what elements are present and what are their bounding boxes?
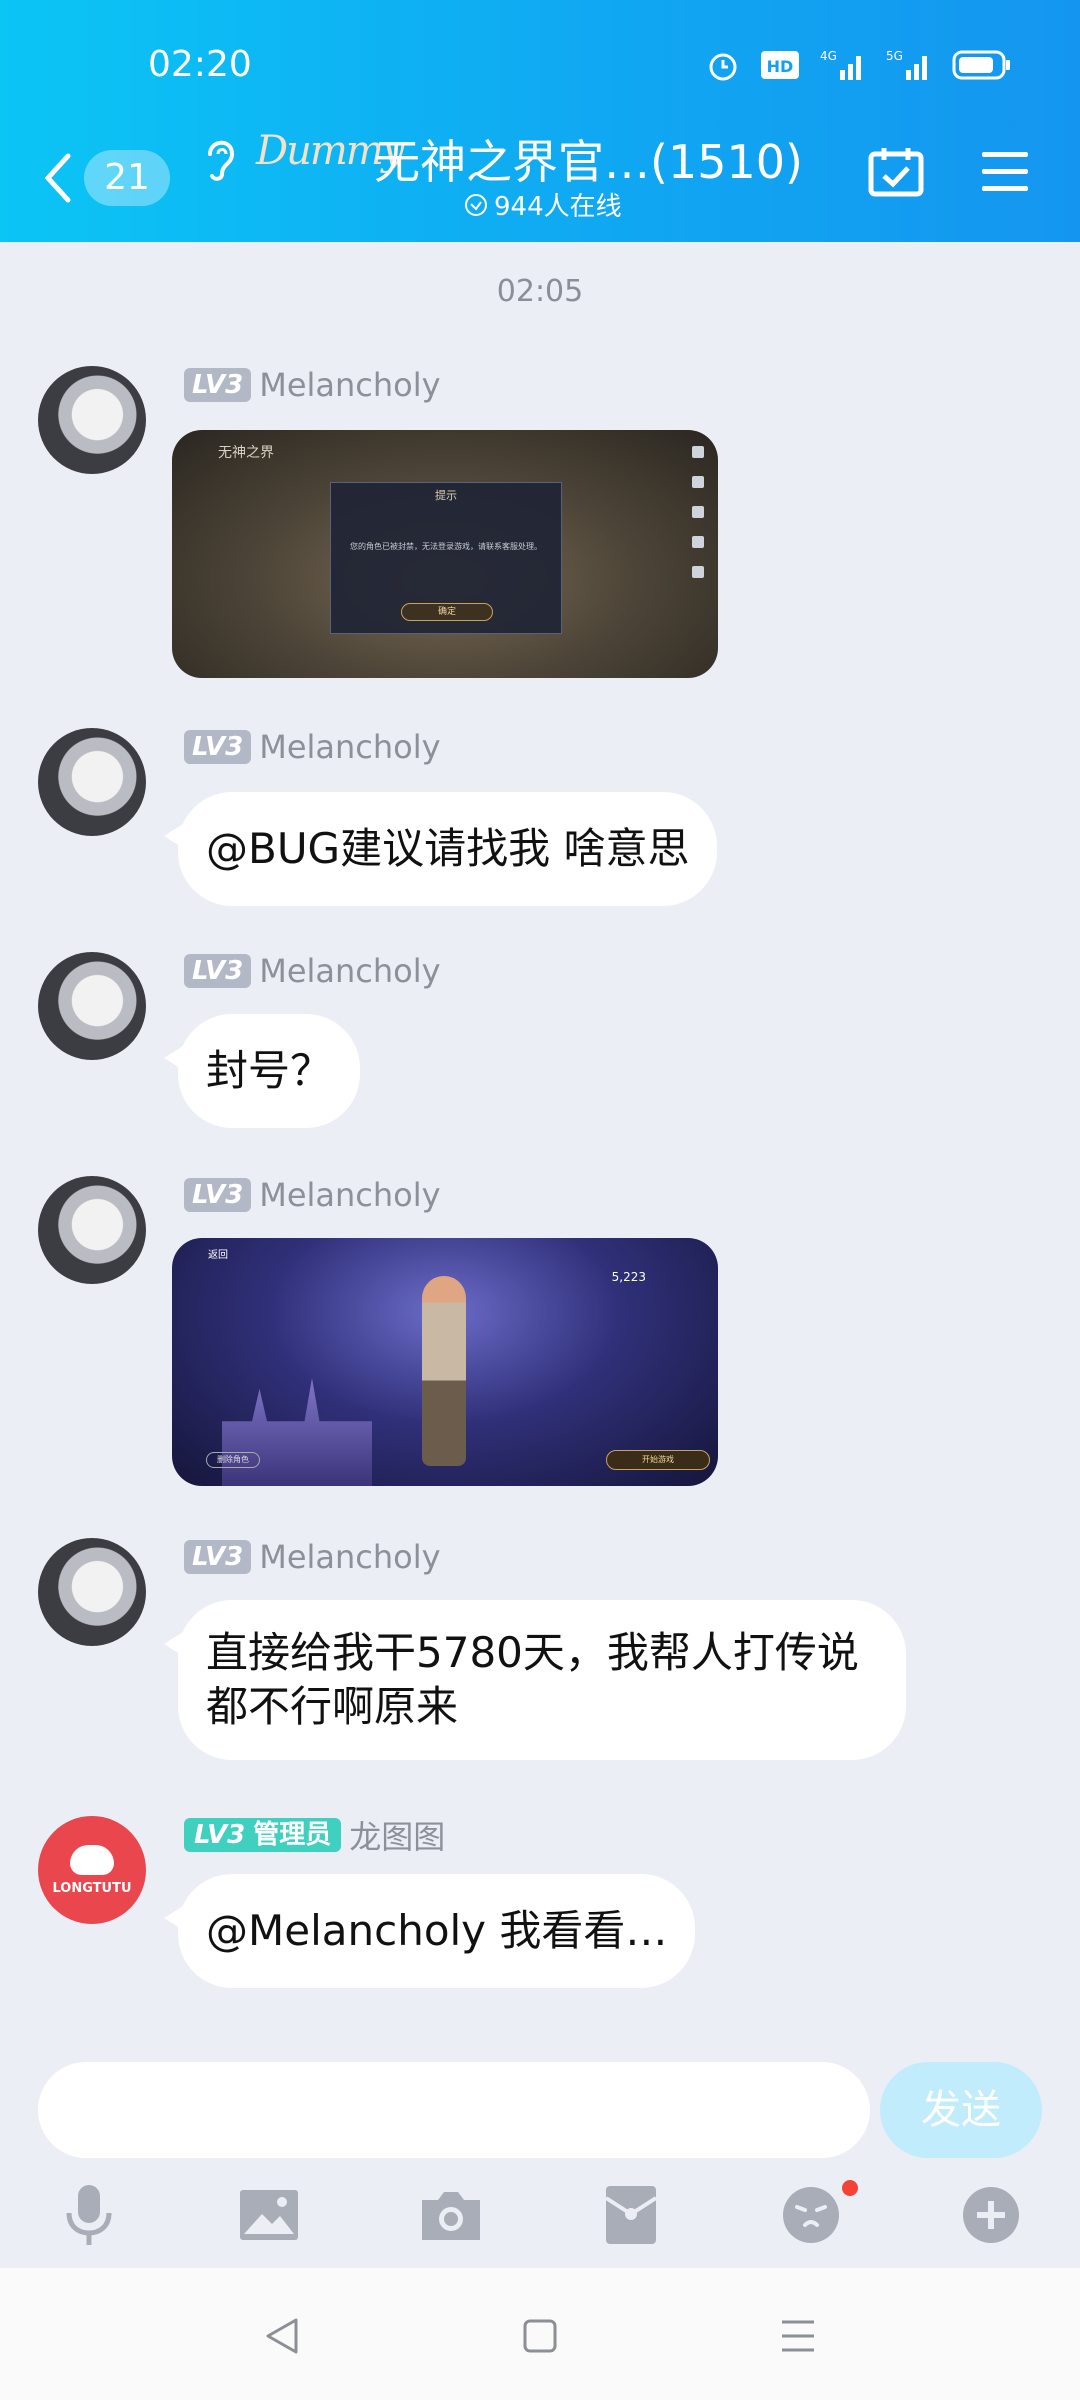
dialog-text: 您的角色已被封禁，无法登录游戏，请联系客服处理。 (350, 542, 542, 551)
sender-name[interactable]: 龙图图 (349, 1812, 445, 1858)
image-icon[interactable] (236, 2182, 302, 2248)
top-header: 02:20 HD 4G 5G 21 Dummy 无神之界官…(1510) 944… (0, 0, 1080, 242)
sender-avatar[interactable] (38, 366, 146, 474)
level-badge: LV3 (184, 730, 252, 764)
alarm-icon (709, 53, 737, 81)
image-message[interactable]: 无神之界 提示 您的角色已被封禁，无法登录游戏，请联系客服处理。 确定 (172, 430, 718, 678)
microphone-icon[interactable] (56, 2182, 122, 2248)
input-toolbar (0, 2168, 1080, 2258)
character-figure (422, 1276, 466, 1466)
plus-icon[interactable] (958, 2182, 1024, 2248)
svg-text:HD: HD (767, 57, 794, 76)
system-navigation-bar (0, 2268, 1080, 2400)
message-meta: LV3 Melancholy (184, 952, 441, 990)
group-title[interactable]: 无神之界官…(1510) (374, 126, 803, 192)
svg-text:4G: 4G (820, 49, 837, 63)
unread-count-badge: 21 (84, 150, 170, 206)
message-input[interactable] (38, 2062, 870, 2158)
sender-name[interactable]: Melancholy (259, 728, 440, 766)
game-score: 5,223 (611, 1270, 646, 1284)
sender-avatar[interactable] (38, 1176, 146, 1284)
role-label: 管理员 (253, 1820, 332, 1850)
game-back-label: 返回 (208, 1250, 228, 1261)
text-bubble[interactable]: 直接给我干5780天，我帮人打传说都不行啊原来 (164, 1600, 906, 1760)
image-message[interactable]: 返回 5,223 删除角色 开始游戏 (172, 1238, 718, 1486)
message-meta: LV3 Melancholy (184, 1538, 441, 1576)
avatar-label: LONGTUTU (52, 1880, 132, 1896)
game-logo-text: 无神之界 (218, 445, 274, 461)
message-meta: LV3 Melancholy (184, 1176, 441, 1214)
dialog-button: 确定 (401, 603, 493, 621)
recents-menu-icon[interactable] (770, 2308, 826, 2364)
menu-icon[interactable] (980, 150, 1030, 194)
game-side-icons (692, 446, 704, 578)
dialog-title: 提示 (435, 489, 457, 502)
level-badge: LV3 (184, 1178, 252, 1212)
game-delete-button: 删除角色 (206, 1452, 260, 1468)
back-triangle-icon[interactable] (254, 2308, 310, 2364)
game-dialog: 提示 您的角色已被封禁，无法登录游戏，请联系客服处理。 确定 (330, 482, 562, 634)
earpiece-mode-icon[interactable] (200, 132, 242, 184)
sender-avatar[interactable] (38, 952, 146, 1060)
online-count-label: 944人在线 (494, 192, 622, 222)
online-count[interactable]: 944人在线 (464, 186, 622, 223)
chevron-left-icon (44, 153, 71, 203)
castle-graphic (222, 1378, 372, 1486)
notification-dot (842, 2180, 858, 2196)
status-icons: HD 4G 5G (706, 48, 1012, 82)
sender-name[interactable]: Melancholy (259, 1176, 440, 1214)
mascot-face (70, 1844, 114, 1875)
level-badge: LV3 (194, 1820, 246, 1850)
home-square-icon[interactable] (512, 2308, 568, 2364)
level-badge: LV3 (184, 368, 252, 402)
message-meta: LV3 Melancholy (184, 366, 441, 404)
sender-name[interactable]: Melancholy (259, 952, 440, 990)
signal-4g-icon: 4G (820, 49, 861, 80)
calendar-check-icon[interactable] (868, 146, 924, 198)
sender-avatar[interactable] (38, 1538, 146, 1646)
sender-name[interactable]: Melancholy (259, 366, 440, 404)
back-button[interactable]: 21 (40, 150, 170, 206)
message-timestamp: 02:05 (496, 274, 584, 309)
header-actions (868, 146, 1030, 198)
sender-avatar[interactable]: LONGTUTU (38, 1816, 146, 1924)
message-meta: LV3 Melancholy (184, 728, 441, 766)
text-bubble[interactable]: @Melancholy 我看看… (163, 1874, 696, 1988)
message-meta: LV3 管理员 龙图图 (184, 1812, 445, 1858)
sender-avatar[interactable] (38, 728, 146, 836)
text-bubble[interactable]: @BUG建议请找我 啥意思 (163, 792, 718, 906)
sender-name[interactable]: Melancholy (259, 1538, 440, 1576)
text-bubble[interactable]: 封号？ (163, 1014, 361, 1128)
admin-badge: LV3 管理员 (184, 1818, 342, 1852)
signal-5g-icon: 5G (886, 49, 927, 80)
red-packet-icon[interactable] (598, 2182, 664, 2248)
hd-icon: HD (761, 51, 799, 79)
check-circle-icon (465, 193, 487, 216)
level-badge: LV3 (184, 954, 252, 988)
camera-icon[interactable] (418, 2182, 484, 2248)
emoji-icon[interactable] (778, 2182, 844, 2248)
level-badge: LV3 (184, 1540, 252, 1574)
game-start-button: 开始游戏 (606, 1450, 710, 1470)
status-time: 02:20 (148, 44, 252, 85)
send-button[interactable]: 发送 (880, 2062, 1042, 2158)
svg-text:5G: 5G (886, 49, 903, 63)
battery-icon (952, 50, 1010, 80)
